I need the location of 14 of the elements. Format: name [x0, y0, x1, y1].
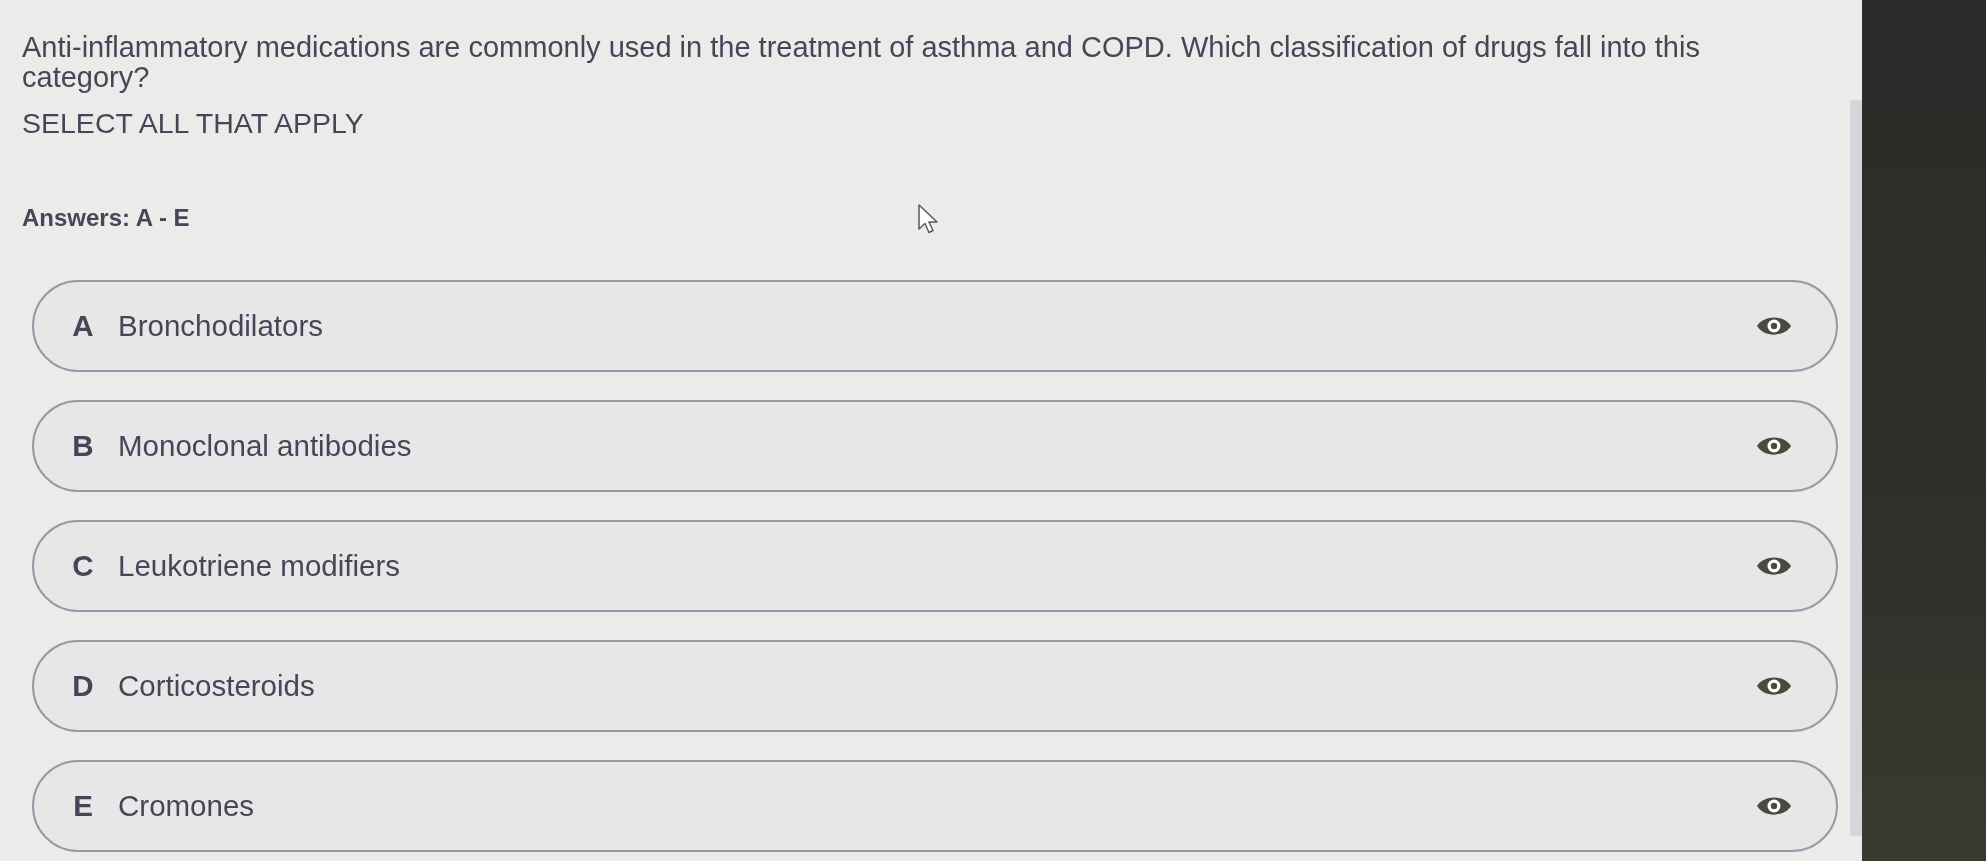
eye-icon[interactable]	[1756, 434, 1792, 458]
eye-icon[interactable]	[1756, 314, 1792, 338]
eye-icon[interactable]	[1756, 554, 1792, 578]
answer-option[interactable]: A Bronchodilators	[32, 280, 1838, 372]
answers-label: Answers: A - E	[22, 204, 190, 232]
instruction-text: SELECT ALL THAT APPLY	[22, 108, 364, 138]
eye-icon[interactable]	[1756, 794, 1792, 818]
question-text: Anti-inflammatory medications are commonly used in the treatment of asthma and COPD. Which classification of drugs fall into this category?	[22, 32, 1701, 92]
eye-icon[interactable]	[1756, 674, 1792, 698]
answer-option[interactable]: E Cromones	[32, 760, 1838, 852]
cursor-icon	[918, 204, 938, 234]
answer-option[interactable]: C Leukotriene modifiers	[32, 520, 1838, 612]
answer-option[interactable]: B Monoclonal antibodies	[32, 400, 1838, 492]
answer-option[interactable]: D Corticosteroids	[32, 640, 1838, 732]
